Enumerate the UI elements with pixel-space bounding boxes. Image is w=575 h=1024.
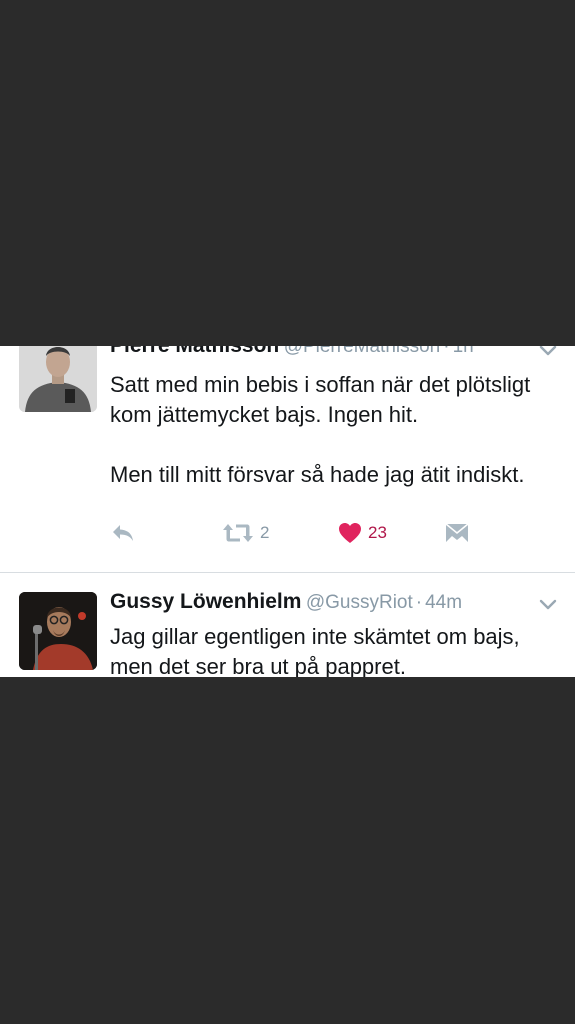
tweet-paragraph: Jag gillar egentligen inte skämtet om ba… — [110, 624, 520, 677]
retweet-count: 2 — [260, 523, 270, 542]
tweet-header: Gussy Löwenhielm @GussyRiot · 44m — [110, 590, 462, 620]
like-count: 23 — [368, 523, 387, 542]
chevron-down-icon[interactable] — [539, 346, 557, 356]
author-name[interactable]: Pierre Mathisson — [110, 346, 279, 357]
retweet-icon — [223, 524, 253, 542]
tweet[interactable]: Pierre Mathisson @PierreMathisson·1h Sat… — [0, 346, 575, 571]
like-button[interactable]: 23 — [338, 520, 387, 546]
timestamp[interactable]: 1h — [453, 346, 474, 357]
tweet-actions: 2 23 — [110, 520, 570, 546]
avatar[interactable] — [19, 592, 97, 670]
author-handle[interactable]: @GussyRiot — [306, 592, 413, 613]
separator-dot: · — [415, 592, 423, 613]
bottom-letterbox — [0, 677, 575, 1024]
tweet[interactable]: Gussy Löwenhielm @GussyRiot · 44m Jag gill… — [0, 573, 575, 677]
avatar-image — [19, 346, 97, 412]
tweet-timeline[interactable]: Pierre Mathisson @PierreMathisson·1h Sat… — [0, 346, 575, 677]
top-letterbox — [0, 0, 575, 346]
retweet-button[interactable]: 2 — [222, 520, 269, 546]
tweet-text: Jag gillar egentligen inte skämtet om ba… — [110, 622, 560, 677]
reply-button[interactable] — [110, 520, 136, 546]
author-name[interactable]: Gussy Löwenhielm — [110, 590, 301, 613]
tweet-header: Pierre Mathisson @PierreMathisson·1h — [110, 346, 474, 364]
author-handle[interactable]: @PierreMathisson — [284, 346, 441, 357]
tweet-paragraph: Men till mitt försvar så hade jag ätit i… — [110, 462, 525, 487]
avatar-image — [19, 592, 97, 670]
timestamp[interactable]: 44m — [425, 592, 462, 613]
tweet-text: Satt med min bebis i soffan när det plöt… — [110, 370, 560, 490]
separator-dot: · — [443, 346, 450, 357]
reply-icon — [113, 525, 133, 541]
avatar[interactable] — [19, 346, 97, 412]
heart-icon — [339, 523, 361, 543]
direct-message-button[interactable] — [445, 520, 469, 546]
direct-message-icon — [445, 523, 469, 542]
chevron-down-icon[interactable] — [539, 598, 557, 610]
tweet-paragraph: Satt med min bebis i soffan när det plöt… — [110, 372, 531, 427]
